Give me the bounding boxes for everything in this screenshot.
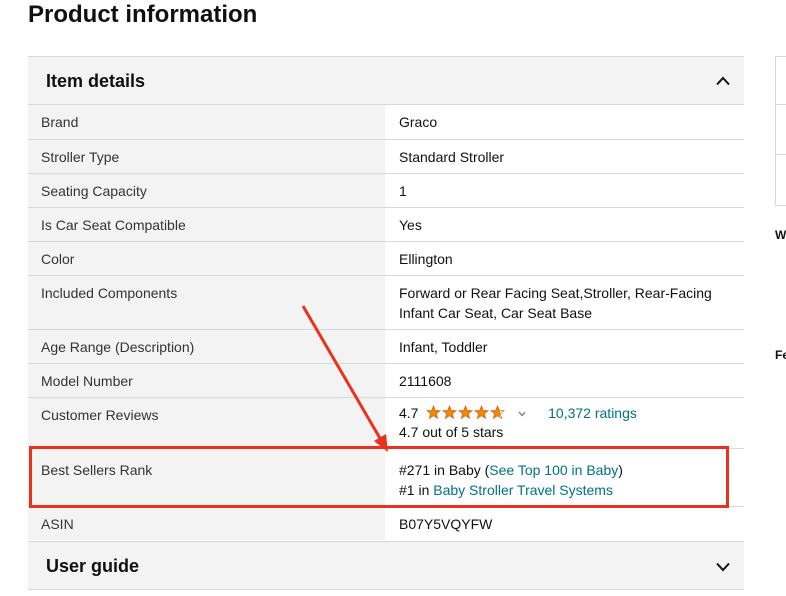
row-label-customer-reviews: Customer Reviews	[28, 397, 385, 449]
chevron-down-icon[interactable]	[716, 562, 730, 572]
item-details-header[interactable]: Item details	[28, 56, 744, 105]
row-value-model-number: 2111608	[385, 363, 744, 398]
row-value-included-components: Forward or Rear Facing Seat,Stroller, Re…	[385, 275, 744, 330]
rank-baby-text: #271 in Baby (	[399, 461, 490, 478]
row-label-best-sellers-rank: Best Sellers Rank	[28, 448, 385, 507]
ratings-count-link[interactable]: 10,372 ratings	[548, 405, 637, 421]
row-value-color: Ellington	[385, 241, 744, 276]
table-row: Seating Capacity 1	[28, 173, 744, 208]
user-guide-header[interactable]: User guide	[28, 541, 744, 590]
right-column-fragment: W	[775, 228, 786, 242]
chevron-up-icon[interactable]	[716, 76, 730, 86]
rank-baby-suffix: )	[618, 461, 623, 478]
rating-line: 4.7 10,372 ratings	[399, 404, 730, 423]
right-panel-edge	[775, 56, 776, 206]
table-row: Brand Graco	[28, 105, 744, 140]
table-row: Included Components Forward or Rear Faci…	[28, 275, 744, 330]
row-label-age-range: Age Range (Description)	[28, 329, 385, 364]
star-rating-icon[interactable]	[426, 404, 506, 420]
user-guide-title: User guide	[46, 556, 140, 576]
row-label-seating-capacity: Seating Capacity	[28, 173, 385, 208]
page-title: Product information	[28, 1, 258, 28]
row-label-stroller-type: Stroller Type	[28, 139, 385, 174]
row-value-asin: B07Y5VQYFW	[385, 506, 744, 540]
table-row: Model Number 2111608	[28, 363, 744, 398]
rating-number: 4.7	[399, 404, 419, 421]
item-details-panel: Item details Brand Graco Stroller Type S…	[28, 56, 744, 540]
row-label-asin: ASIN	[28, 506, 385, 540]
table-row: Stroller Type Standard Stroller	[28, 139, 744, 174]
row-value-best-sellers-rank: #271 in Baby (See Top 100 in Baby) #1 in…	[385, 448, 744, 507]
caret-down-icon[interactable]	[518, 411, 526, 417]
row-label-included-components: Included Components	[28, 275, 385, 330]
right-column-fragment: Fe	[775, 348, 786, 362]
row-value-age-range: Infant, Toddler	[385, 329, 744, 364]
right-panel-divider	[775, 205, 786, 206]
row-value-car-seat-compatible: Yes	[385, 207, 744, 242]
row-label-color: Color	[28, 241, 385, 276]
right-panel-divider	[775, 104, 786, 105]
table-row: Is Car Seat Compatible Yes	[28, 207, 744, 242]
baby-stroller-travel-systems-link[interactable]: Baby Stroller Travel Systems	[433, 482, 613, 498]
table-row: ASIN B07Y5VQYFW	[28, 506, 744, 540]
row-label-model-number: Model Number	[28, 363, 385, 398]
right-panel-divider	[775, 56, 786, 57]
rating-out-of: 4.7 out of 5 stars	[399, 423, 504, 440]
row-value-brand: Graco	[385, 105, 744, 140]
row-value-seating-capacity: 1	[385, 173, 744, 208]
row-value-stroller-type: Standard Stroller	[385, 139, 744, 174]
see-top-100-link[interactable]: See Top 100 in Baby	[489, 462, 618, 478]
row-value-customer-reviews: 4.7 10,372 ratings 4.7 out of 5 stars	[385, 397, 744, 449]
table-row-best-sellers-rank: Best Sellers Rank #271 in Baby (See Top …	[28, 448, 744, 507]
row-label-brand: Brand	[28, 105, 385, 140]
row-label-car-seat-compatible: Is Car Seat Compatible	[28, 207, 385, 242]
table-row: Age Range (Description) Infant, Toddler	[28, 329, 744, 364]
rank-line-baby: #271 in Baby (See Top 100 in Baby)	[399, 460, 730, 480]
item-details-title: Item details	[46, 71, 146, 91]
item-details-table: Brand Graco Stroller Type Standard Strol…	[28, 105, 744, 540]
table-row: Color Ellington	[28, 241, 744, 276]
rank-travel-text: #1 in	[399, 481, 434, 498]
rank-line-travel-systems: #1 in Baby Stroller Travel Systems	[399, 480, 730, 500]
right-panel-divider	[775, 154, 786, 155]
table-row-customer-reviews: Customer Reviews 4.7 10,372 ratings 4.7 …	[28, 397, 744, 449]
